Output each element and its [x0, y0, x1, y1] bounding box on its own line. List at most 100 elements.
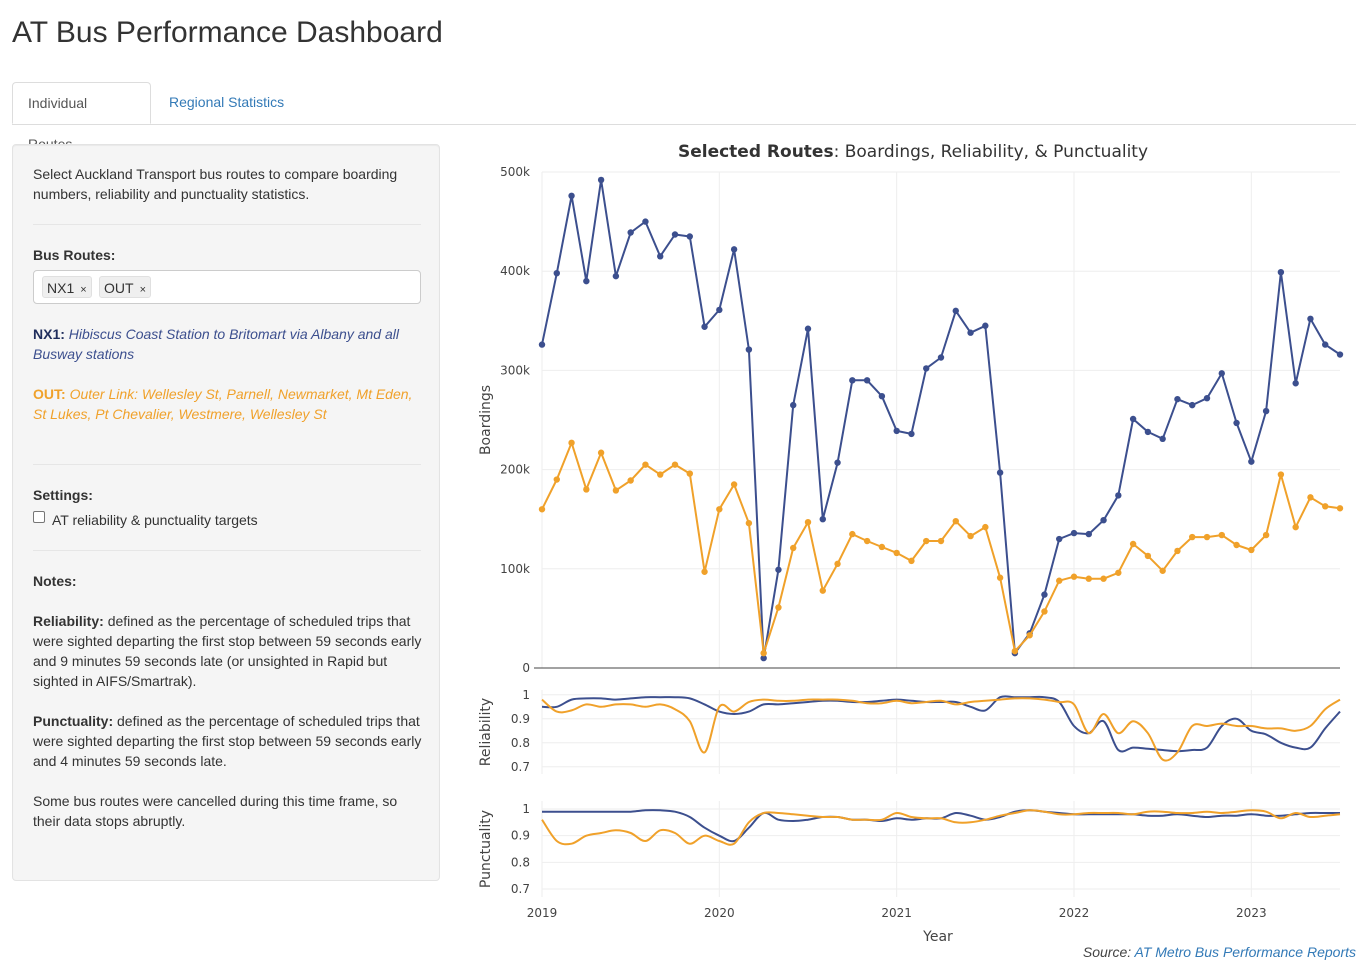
x-tick-label: 2020 — [704, 906, 735, 920]
y-tick-label: 0.9 — [511, 829, 530, 843]
notes-label: Notes: — [33, 573, 77, 589]
boardings-point-nx1 — [893, 427, 900, 435]
boardings-point-nx1 — [1336, 351, 1344, 358]
tab-individual-routes[interactable]: Individual Routes — [12, 82, 151, 152]
route-select-input[interactable]: NX1 × OUT × — [33, 270, 421, 304]
source-prefix: Source: — [1082, 944, 1132, 960]
boardings-point-out — [1292, 523, 1299, 531]
boardings-point-nx1 — [1100, 516, 1107, 524]
boardings-point-out — [568, 439, 575, 447]
boardings-point-out — [538, 506, 546, 513]
y-tick-label: 0.8 — [511, 855, 530, 869]
route-description-nx1: NX1: Hibiscus Coast Station to Britomart… — [33, 324, 423, 364]
boardings-point-out — [1233, 541, 1240, 549]
boardings-point-out — [1262, 531, 1270, 539]
boardings-point-nx1 — [1144, 428, 1152, 436]
punctuality-line-nx1 — [542, 809, 1340, 843]
boardings-point-out — [1115, 569, 1122, 576]
settings-label: Settings: — [33, 487, 93, 503]
boardings-point-out — [967, 532, 974, 540]
boardings-point-nx1 — [657, 253, 664, 260]
sidebar-panel: Select Auckland Transport bus routes to … — [12, 144, 440, 881]
boardings-point-nx1 — [1159, 435, 1166, 443]
boardings-point-nx1 — [937, 354, 945, 361]
boardings-point-out — [760, 649, 767, 657]
boardings-point-out — [657, 471, 664, 478]
targets-checkbox-label[interactable]: AT reliability & punctuality targets — [52, 510, 442, 530]
boardings-point-out — [1218, 531, 1225, 539]
y-tick-label: 500k — [500, 165, 530, 179]
boardings-point-out — [804, 518, 812, 526]
boardings-point-out — [1189, 533, 1196, 541]
boardings-point-nx1 — [1189, 401, 1196, 409]
boardings-point-nx1 — [716, 306, 723, 314]
y-tick-label: 200k — [500, 463, 530, 477]
boardings-point-out — [775, 604, 782, 611]
boardings-point-nx1 — [612, 272, 620, 280]
boardings-point-nx1 — [863, 377, 871, 384]
boardings-point-nx1 — [553, 269, 560, 277]
boardings-point-nx1 — [1085, 530, 1092, 538]
boardings-point-nx1 — [583, 277, 590, 285]
boardings-point-out — [790, 544, 797, 552]
boardings-point-out — [1129, 540, 1137, 548]
boardings-point-nx1 — [597, 176, 605, 184]
boardings-point-nx1 — [1277, 268, 1285, 276]
boardings-point-out — [716, 506, 723, 513]
boardings-point-out — [1026, 632, 1033, 639]
page-title: AT Bus Performance Dashboard — [12, 16, 443, 49]
boardings-point-nx1 — [642, 218, 649, 225]
tab-bar: Individual Routes Regional Statistics — [12, 82, 1356, 152]
boardings-point-out — [1070, 573, 1078, 580]
route-text: Hibiscus Coast Station to Britomart via … — [33, 326, 399, 362]
boardings-point-nx1 — [923, 365, 930, 372]
boardings-point-nx1 — [1129, 415, 1137, 423]
route-chip-label: NX1 — [47, 280, 75, 296]
x-tick-label: 2019 — [527, 906, 558, 920]
source-link[interactable]: AT Metro Bus Performance Reports — [1135, 944, 1356, 960]
targets-checkbox[interactable] — [33, 511, 45, 523]
boardings-point-nx1 — [1056, 535, 1063, 543]
remove-out-icon[interactable]: × — [140, 284, 146, 296]
boardings-point-out — [849, 530, 856, 538]
boardings-point-out — [1248, 546, 1255, 554]
boardings-point-nx1 — [996, 469, 1004, 476]
boardings-point-nx1 — [952, 307, 959, 315]
boardings-point-out — [923, 537, 930, 545]
reliability-term: Reliability: — [33, 613, 104, 629]
boardings-point-nx1 — [1041, 591, 1048, 598]
boardings-axis-label: Boardings — [478, 385, 494, 455]
reliability-note: Reliability: defined as the percentage o… — [33, 611, 423, 691]
route-chip-label: OUT — [104, 280, 134, 296]
route-text: Outer Link: Wellesley St, Parnell, Newma… — [33, 386, 413, 422]
boardings-point-nx1 — [1174, 395, 1181, 403]
source-note: Source: AT Metro Bus Performance Reports — [1083, 944, 1356, 960]
punctuality-axis-label: Punctuality — [478, 810, 494, 888]
remove-nx1-icon[interactable]: × — [80, 284, 86, 296]
boardings-point-nx1 — [701, 323, 708, 330]
boardings-point-nx1 — [1233, 419, 1240, 427]
boardings-point-out — [1056, 577, 1063, 584]
boardings-point-out — [878, 543, 886, 551]
chart-title-bold: Selected Routes — [678, 142, 834, 162]
routes-chart: Selected Routes: Boardings, Reliability,… — [478, 142, 1344, 945]
boardings-point-out — [1159, 567, 1166, 574]
boardings-point-out — [937, 537, 945, 545]
boardings-point-nx1 — [982, 322, 989, 329]
boardings-point-out — [863, 537, 871, 545]
boardings-point-nx1 — [671, 231, 679, 238]
boardings-point-nx1 — [908, 430, 915, 438]
y-tick-label: 100k — [500, 562, 530, 576]
boardings-point-nx1 — [775, 566, 782, 573]
y-tick-label: 0.7 — [511, 882, 530, 896]
boardings-point-nx1 — [568, 192, 575, 200]
boardings-point-out — [996, 574, 1004, 581]
tab-regional-statistics[interactable]: Regional Statistics — [154, 82, 299, 123]
y-tick-label: 0.8 — [511, 736, 530, 750]
route-chip-out: OUT × — [99, 276, 151, 298]
boardings-point-nx1 — [849, 377, 856, 384]
boardings-point-nx1 — [878, 392, 886, 400]
boardings-point-nx1 — [1070, 529, 1078, 537]
boardings-point-out — [701, 568, 708, 575]
boardings-point-out — [952, 517, 959, 525]
